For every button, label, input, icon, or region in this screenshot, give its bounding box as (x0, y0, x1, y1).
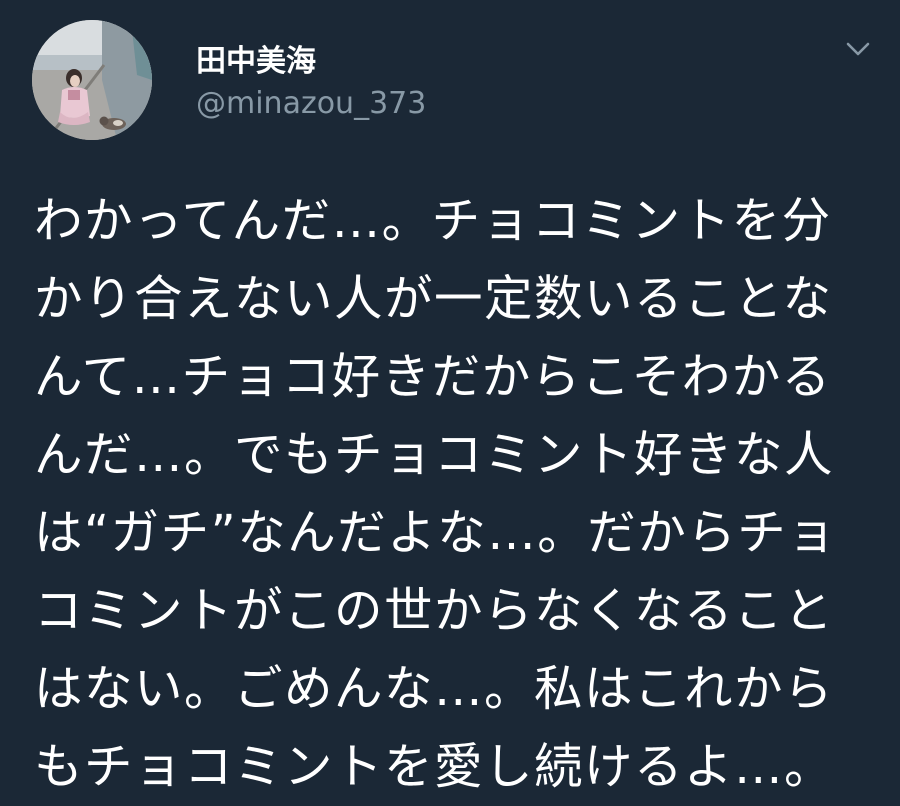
avatar[interactable] (32, 20, 152, 140)
tweet-text-line: は“ガチ”なんだよな…。だからチョ (34, 505, 838, 561)
chevron-down-icon (846, 42, 870, 56)
display-name[interactable]: 田中美海 (196, 36, 316, 80)
tweet-text-line: かり合えない人が一定数いることな (34, 271, 833, 327)
tweet-text-line: んて…チョコ好きだからこそわかる (34, 349, 832, 405)
tweet-text-line: コミントがこの世からなくなること (34, 583, 835, 639)
tweet-text-line: はない。ごめんな…。私はこれから (34, 661, 835, 717)
tweet-card: 田中美海 @minazou_373 わかってんだ…。チョコミントを分 かり合えな… (0, 0, 900, 795)
tweet-text-line: わかってんだ…。チョコミントを分 (34, 193, 832, 249)
user-handle[interactable]: @minazou_373 (196, 86, 426, 121)
tweet-text: わかってんだ…。チョコミントを分 かり合えない人が一定数いることな んて…チョコ… (34, 182, 884, 806)
avatar-photo (32, 20, 152, 140)
tweet-menu-button[interactable] (840, 34, 876, 64)
tweet-text-line: んだ…。でもチョコミント好きな人 (34, 427, 835, 483)
